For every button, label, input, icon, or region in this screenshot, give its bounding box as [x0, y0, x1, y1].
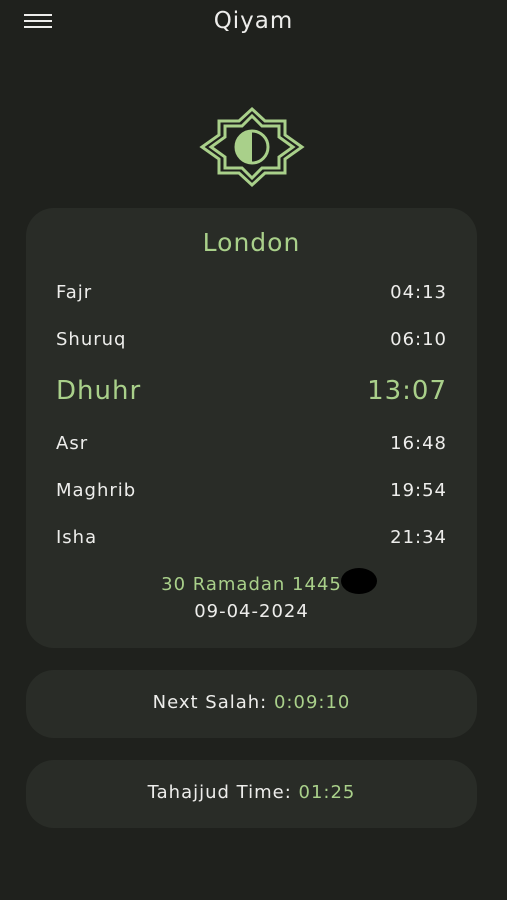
city-name[interactable]: London	[26, 228, 477, 257]
tahajjud-time: 01:25	[298, 782, 356, 803]
prayer-time: 21:34	[390, 527, 447, 548]
prayer-name: Maghrib	[56, 480, 137, 501]
hijri-date: 30 Ramadan 1445	[161, 574, 342, 595]
gregorian-date: 09-04-2024	[194, 601, 309, 622]
prayer-name: Asr	[56, 433, 89, 454]
prayer-row-asr: Asr 16:48	[56, 433, 447, 463]
prayer-name: Shuruq	[56, 329, 127, 350]
prayer-name: Fajr	[56, 282, 93, 303]
tahajjud-card: Tahajjud Time: 01:25	[26, 760, 477, 828]
prayer-row-maghrib: Maghrib 19:54	[56, 480, 447, 510]
next-salah-card: Next Salah: 0:09:10	[26, 670, 477, 738]
prayer-name: Isha	[56, 527, 98, 548]
next-salah-line: Next Salah: 0:09:10	[26, 692, 477, 713]
moon-phase-icon	[341, 568, 377, 594]
prayer-row-isha: Isha 21:34	[56, 527, 447, 557]
tahajjud-label: Tahajjud Time:	[147, 782, 292, 803]
tahajjud-line: Tahajjud Time: 01:25	[26, 782, 477, 803]
prayer-row-fajr: Fajr 04:13	[56, 282, 447, 312]
prayer-time: 04:13	[390, 282, 447, 303]
app-title: Qiyam	[213, 8, 294, 34]
top-app-bar: Qiyam	[0, 0, 507, 48]
next-salah-countdown: 0:09:10	[273, 692, 351, 713]
prayer-row-dhuhr: Dhuhr 13:07	[56, 376, 447, 406]
prayer-time: 13:07	[367, 376, 447, 406]
eight-point-star-moon-icon	[199, 106, 305, 188]
prayer-time: 16:48	[390, 433, 447, 454]
prayer-times-card: London Fajr 04:13 Shuruq 06:10 Dhuhr 13:…	[26, 208, 477, 648]
prayer-time: 06:10	[390, 329, 447, 350]
prayer-name: Dhuhr	[56, 376, 142, 406]
prayer-time: 19:54	[390, 480, 447, 501]
next-salah-label: Next Salah:	[152, 692, 268, 713]
prayer-row-shuruq: Shuruq 06:10	[56, 329, 447, 359]
